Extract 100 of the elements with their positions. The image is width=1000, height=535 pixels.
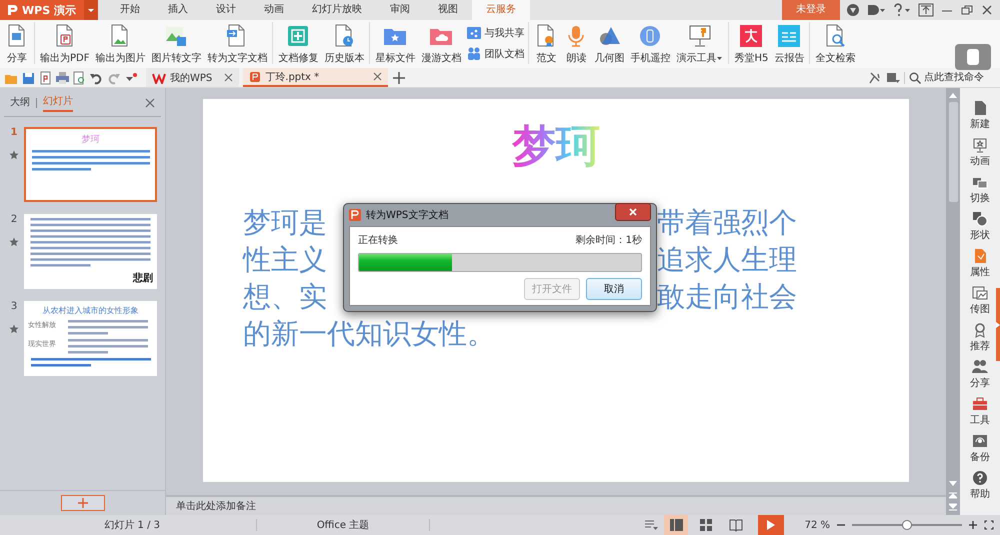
animation-icon — [972, 137, 988, 153]
notes-toggle-icon[interactable] — [644, 519, 658, 531]
menu-tab[interactable]: 视图 — [424, 0, 472, 20]
ribbon-button[interactable]: 全文检索 — [814, 22, 856, 67]
scrollbar-thumb[interactable] — [948, 102, 958, 202]
slide-number: 1 — [10, 127, 18, 138]
properties-icon — [972, 248, 988, 264]
upload-window-icon[interactable] — [918, 3, 934, 17]
app-menu-button[interactable]: WPS 演示 — [0, 0, 84, 20]
sidebar-button[interactable]: 分享 — [970, 359, 990, 394]
sidebar-button[interactable]: 形状 — [970, 211, 990, 246]
slide-thumbnail[interactable]: 悲剧 — [24, 214, 157, 289]
collapse-ribbon-icon[interactable] — [886, 70, 900, 84]
view-button[interactable] — [664, 515, 688, 535]
app-logo-icon — [6, 4, 18, 16]
close-icon[interactable] — [373, 72, 382, 81]
ribbon-button[interactable]: 云报告 — [773, 22, 806, 67]
print-icon[interactable] — [55, 70, 70, 84]
ribbon-button[interactable]: 范文 — [533, 22, 560, 67]
people-icon — [972, 359, 988, 375]
pdf-export-icon[interactable] — [38, 70, 53, 84]
new-slide-icon — [972, 100, 988, 116]
help-icon[interactable] — [892, 3, 912, 17]
search-icon — [909, 72, 921, 84]
ribbon-button[interactable]: 输出为PDF — [39, 22, 90, 67]
fit-window-icon[interactable] — [984, 520, 994, 530]
menu-tab[interactable]: 开始 — [106, 0, 154, 20]
ribbon-button[interactable]: 星标文件 — [374, 22, 416, 67]
ribbon-button[interactable]: 文档修复 — [277, 22, 320, 67]
ribbon-button[interactable]: 漫游文档 — [420, 22, 462, 67]
notes-hint[interactable]: 单击此处添加备注 — [176, 499, 256, 513]
slide-title: 梦珂 — [82, 134, 100, 146]
close-button[interactable] — [615, 203, 651, 221]
status-text: 正在转换 — [358, 234, 398, 247]
ribbon-button[interactable]: 转为文字文档 — [206, 22, 268, 67]
sidebar-button[interactable]: 新建 — [970, 100, 990, 135]
ribbon-button[interactable]: 与我共享 — [466, 24, 524, 42]
star-icon[interactable] — [9, 150, 19, 160]
skin-icon[interactable] — [846, 3, 860, 17]
app-tile-icon — [739, 24, 764, 48]
close-icon[interactable] — [224, 73, 234, 82]
save-icon[interactable] — [21, 70, 36, 84]
zoom-in-icon[interactable] — [968, 520, 978, 530]
plus-square-icon — [286, 24, 310, 48]
sidebar-button[interactable]: 帮助 — [970, 470, 990, 505]
close-icon[interactable] — [980, 3, 994, 17]
document-tab[interactable]: 丁玲.pptx * — [243, 68, 388, 87]
ribbon-button[interactable]: 朗读 — [563, 22, 590, 67]
shared-folder-icon — [466, 25, 482, 41]
help-icon — [972, 470, 988, 486]
restore-icon[interactable] — [960, 3, 974, 17]
command-search-field[interactable]: 点此查找命令 — [904, 72, 1000, 84]
new-tab-icon[interactable] — [392, 70, 406, 84]
ribbon-button[interactable]: 团队文档 — [466, 45, 524, 63]
report-tile-icon — [777, 24, 802, 48]
sidebar-button[interactable]: 工具 — [970, 396, 990, 431]
dialog-button[interactable]: 取消 — [586, 278, 642, 300]
ribbon-button[interactable]: 秀堂H5 — [733, 22, 770, 67]
add-slide-button[interactable] — [60, 495, 104, 511]
slide-text: 梦珂是 — [243, 205, 327, 241]
vertical-scrollbar[interactable] — [946, 88, 960, 515]
remaining-time: 剩余时间：1秒 — [576, 234, 642, 247]
document-tab[interactable]: 我的WPS — [146, 68, 240, 87]
menu-tab[interactable]: 云服务 — [472, 0, 530, 20]
slide-counter: 幻灯片 1 / 3 — [103, 518, 161, 532]
wps-logo-icon — [152, 72, 166, 84]
sidebar-button[interactable]: 切换 — [970, 174, 990, 209]
ribbon-button[interactable]: 输出为图片 — [94, 22, 146, 67]
sidebar-button[interactable]: 属性 — [970, 248, 990, 283]
menu-tab[interactable]: 设计 — [202, 0, 250, 20]
presentation-file-icon — [249, 70, 262, 82]
ribbon-button[interactable]: 图片转文字 — [150, 22, 202, 67]
panel-tab[interactable]: 大纲 — [10, 95, 30, 111]
ribbon-button[interactable]: 演示工具 — [675, 22, 724, 67]
sidebar-button[interactable]: 推荐 — [970, 322, 990, 357]
ribbon-button[interactable]: 历史版本 — [323, 22, 366, 67]
slideshow-button[interactable] — [758, 515, 784, 535]
sidebar-button[interactable]: 传图 — [970, 285, 990, 320]
ribbon-button[interactable]: 几何图 — [593, 22, 626, 67]
ribbon-button[interactable]: 分享 — [4, 22, 30, 67]
sidebar-button[interactable]: 动画 — [970, 137, 990, 172]
usb-drive-widget[interactable] — [955, 44, 991, 70]
menu-tab[interactable]: 动画 — [250, 0, 298, 20]
plus-icon — [76, 497, 88, 509]
menu-tab[interactable]: 审阅 — [376, 0, 424, 20]
theme-name: Office 主题 — [316, 518, 370, 532]
star-icon[interactable] — [9, 237, 19, 247]
menu-tab[interactable]: 幻灯片放映 — [298, 0, 376, 20]
sidebar-button[interactable]: 备份 — [970, 433, 990, 468]
dropdown-caret-icon[interactable] — [84, 0, 98, 20]
feedback-icon[interactable] — [866, 3, 886, 17]
print-preview-icon[interactable] — [72, 70, 87, 84]
star-icon[interactable] — [9, 324, 19, 334]
close-icon[interactable] — [145, 98, 155, 108]
collapse-handle[interactable] — [996, 288, 1000, 361]
menu-tab[interactable]: 插入 — [154, 0, 202, 20]
pin-icon[interactable] — [868, 70, 882, 84]
toolbox-icon — [972, 396, 988, 412]
reading-view-icon — [729, 518, 743, 532]
ribbon-button[interactable]: 手机遥控 — [629, 22, 672, 67]
